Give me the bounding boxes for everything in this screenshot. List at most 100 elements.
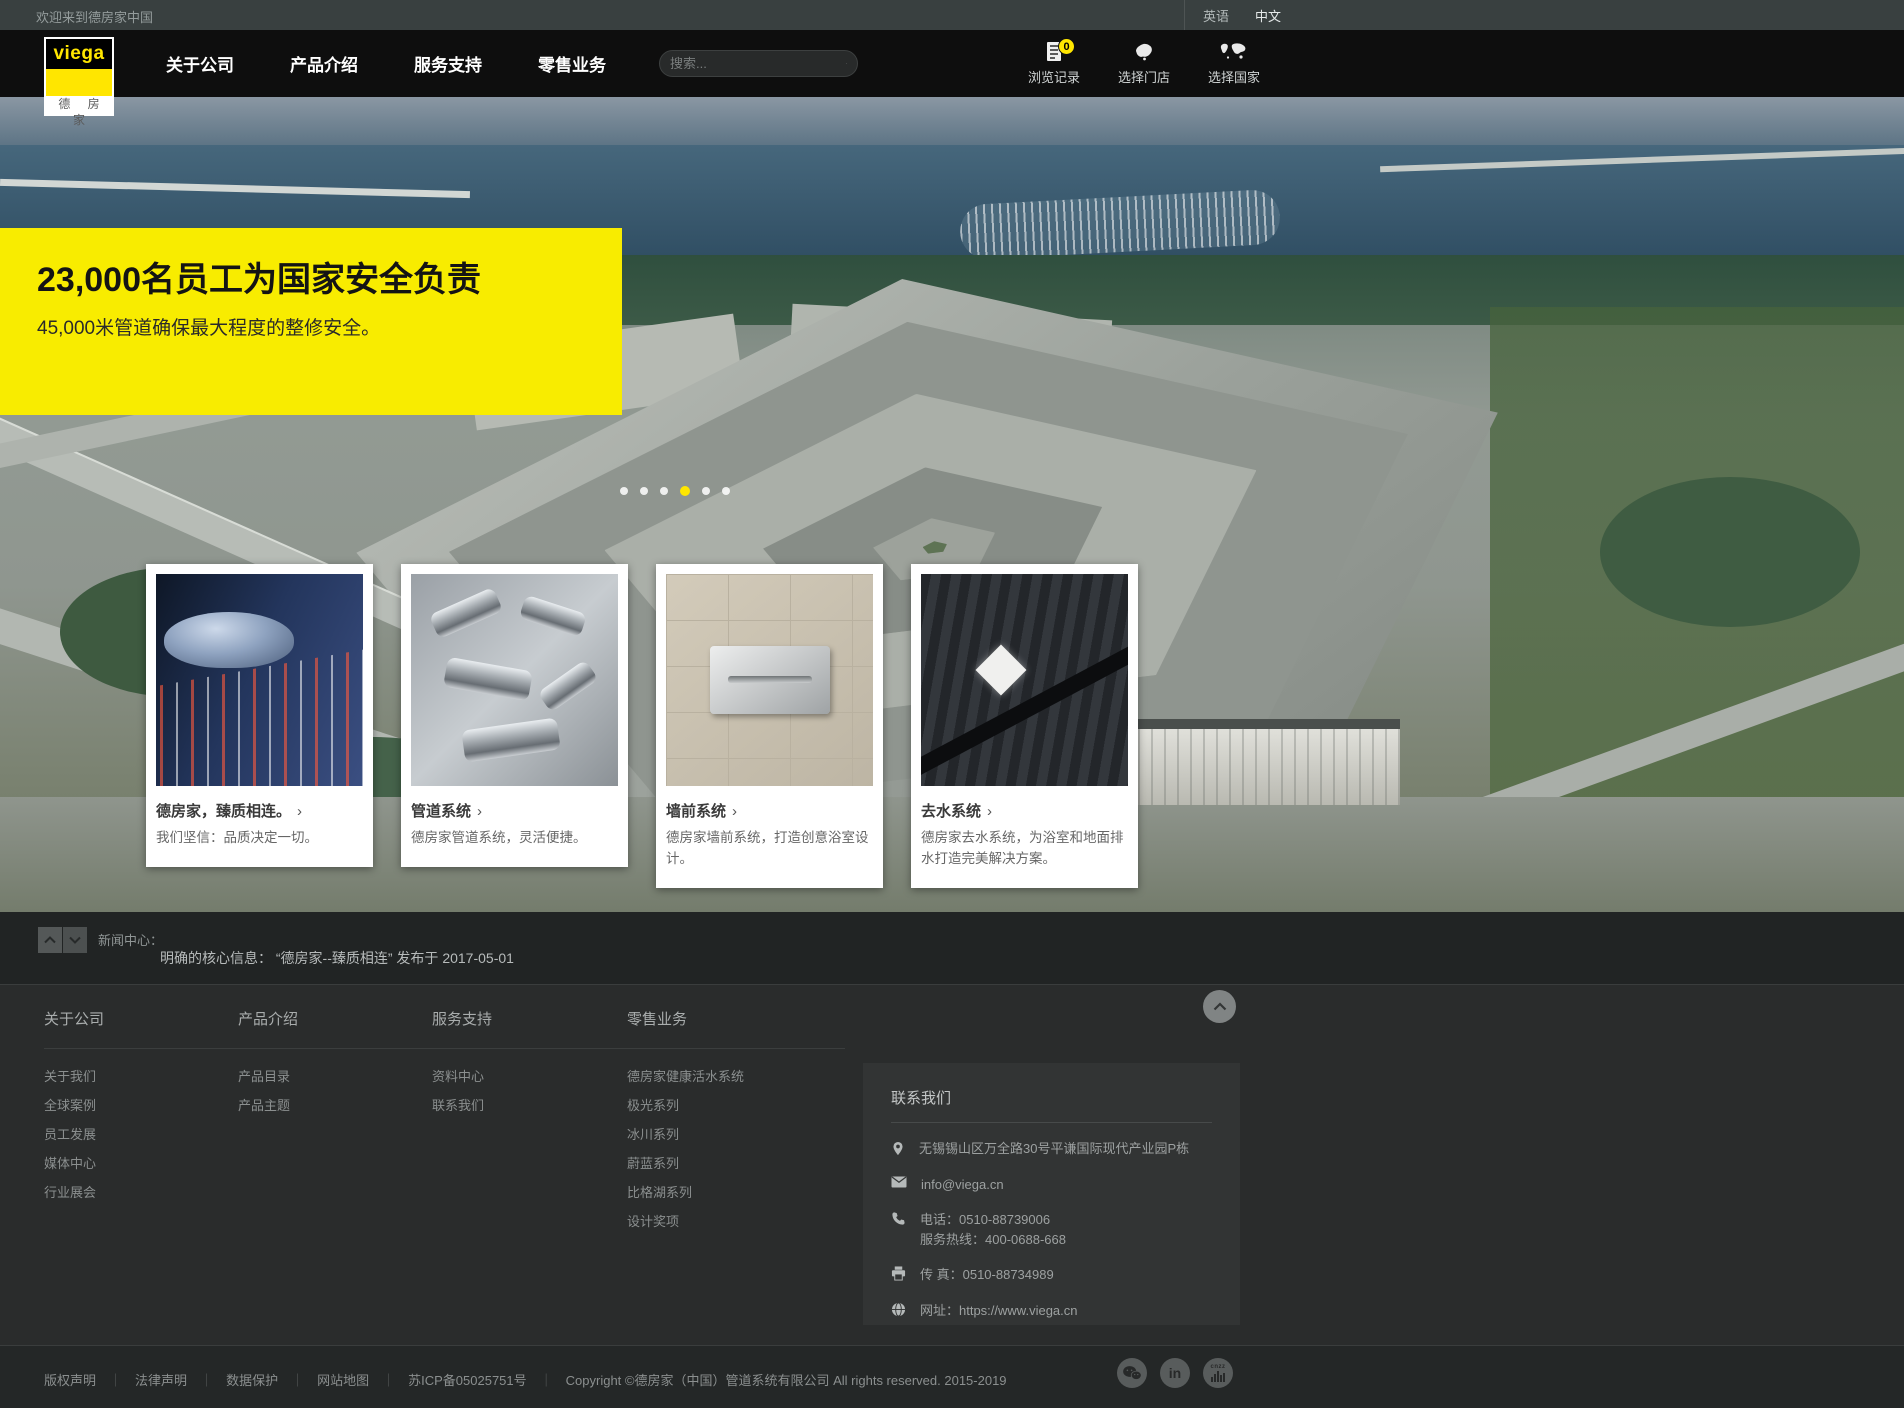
copyright-text: Copyright ©德房家（中国）管道系统有限公司 All rights re… [566, 1370, 1007, 1389]
footer-link[interactable]: 全球案例 [44, 1098, 96, 1113]
carousel-dot[interactable] [620, 487, 628, 495]
footer-link[interactable]: 产品主题 [238, 1098, 290, 1113]
logo-yellow-band [46, 69, 112, 96]
footer-link[interactable]: 设计奖项 [627, 1214, 679, 1229]
store-locator-tool[interactable]: 选择门店 [1115, 39, 1173, 86]
welcome-text: 欢迎来到德房家中国 [36, 7, 153, 26]
history-tool-label: 浏览记录 [1028, 67, 1080, 86]
card-image[interactable] [156, 574, 363, 786]
news-next-button[interactable] [63, 927, 87, 953]
carousel-dot[interactable] [640, 487, 648, 495]
contact-fax: 传 真：0510-88734989 [920, 1265, 1054, 1285]
card-prewall-systems[interactable]: 墙前系统 › 德房家墙前系统，打造创意浴室设计。 [656, 564, 883, 888]
chevron-up-icon [1213, 1002, 1227, 1011]
footer-link[interactable]: 媒体中心 [44, 1156, 96, 1171]
header-tools: 0 浏览记录 选择门店 [1025, 39, 1263, 86]
footer-link[interactable]: 联系我们 [432, 1098, 484, 1113]
carousel-dot[interactable] [722, 487, 730, 495]
footer-link[interactable]: 关于我们 [44, 1069, 96, 1084]
search-box [659, 50, 858, 77]
card-image-layer [710, 646, 830, 714]
chevron-right-icon: › [297, 803, 302, 820]
china-map-icon [1132, 39, 1156, 62]
search-input[interactable] [670, 56, 846, 71]
location-pin-icon [891, 1140, 905, 1157]
carousel-dot[interactable] [680, 486, 690, 496]
card-title[interactable]: 德房家，臻质相连。 [156, 800, 291, 821]
contact-email-row: info@viega.cn [891, 1175, 1212, 1195]
hero-title: 23,000名员工为国家安全负责 [37, 258, 537, 303]
footer-link[interactable]: 产品目录 [238, 1069, 290, 1084]
country-selector-tool[interactable]: 选择国家 [1205, 39, 1263, 86]
card-image[interactable] [666, 574, 873, 786]
card-title[interactable]: 墙前系统 [666, 800, 726, 821]
footer-link[interactable]: 蔚蓝系列 [627, 1156, 679, 1171]
history-tool[interactable]: 0 浏览记录 [1025, 39, 1083, 86]
footer-column-about: 关于公司 关于我们 全球案例 员工发展 媒体中心 行业展会 [44, 1008, 229, 1211]
footer-link[interactable]: 比格湖系列 [627, 1185, 692, 1200]
world-map-icon [1219, 39, 1249, 62]
footer-link[interactable]: 行业展会 [44, 1185, 96, 1200]
linkedin-icon[interactable]: in [1160, 1358, 1190, 1388]
nav-item-retail[interactable]: 零售业务 [538, 51, 606, 76]
footer-link[interactable]: 资料中心 [432, 1069, 484, 1084]
lang-chinese-link[interactable]: 中文 [1255, 6, 1281, 25]
legal-link-legal-notice[interactable]: 法律声明 [135, 1370, 187, 1389]
contact-phone: 电话：0510-88739006 [920, 1212, 1050, 1227]
card-image[interactable] [411, 574, 618, 786]
news-center-label: 新闻中心： [98, 930, 163, 949]
contact-fax-row: 传 真：0510-88734989 [891, 1265, 1212, 1285]
nav-item-support[interactable]: 服务支持 [414, 51, 482, 76]
card-title[interactable]: 去水系统 [921, 800, 981, 821]
search-icon[interactable] [846, 56, 847, 71]
lang-english-link[interactable]: 英语 [1203, 6, 1229, 25]
contact-address-row: 无锡锡山区万全路30号平谦国际现代产业园P栋 [891, 1139, 1212, 1159]
card-piping-systems[interactable]: 管道系统 › 德房家管道系统，灵活便捷。 [401, 564, 628, 867]
card-image-layer [921, 625, 1128, 780]
legal-links: 版权声明 ｜ 法律声明 ｜ 数据保护 ｜ 网站地图 ｜ 苏ICP备0502575… [44, 1370, 1007, 1389]
icp-license-link[interactable]: 苏ICP备05025751号 [408, 1370, 527, 1389]
news-prev-button[interactable] [38, 927, 62, 953]
back-to-top-button[interactable] [1203, 990, 1236, 1023]
news-headline-link[interactable]: 明确的核心信息： “德房家--臻质相连” 发布于 2017-05-01 [160, 948, 514, 968]
card-image[interactable] [921, 574, 1128, 786]
legal-link-data-protection[interactable]: 数据保护 [226, 1370, 278, 1389]
card-description: 德房家管道系统，灵活便捷。 [411, 828, 618, 849]
viega-logo[interactable]: viega 德 房 家 [44, 37, 114, 116]
nav-item-about[interactable]: 关于公司 [166, 51, 234, 76]
contact-website[interactable]: 网址：https://www.viega.cn [920, 1301, 1078, 1321]
history-doc-icon: 0 [1046, 39, 1062, 62]
card-title[interactable]: 管道系统 [411, 800, 471, 821]
legal-link-copyright-notice[interactable]: 版权声明 [44, 1370, 96, 1389]
card-drainage-systems[interactable]: 去水系统 › 德房家去水系统，为浴室和地面排水打造完美解决方案。 [911, 564, 1138, 888]
card-image-layer [164, 612, 294, 668]
contact-heading: 联系我们 [891, 1087, 1212, 1123]
legal-link-sitemap[interactable]: 网站地图 [317, 1370, 369, 1389]
footer-heading: 零售业务 [627, 1008, 812, 1029]
footer-link[interactable]: 员工发展 [44, 1127, 96, 1142]
chevron-right-icon: › [732, 803, 737, 820]
wechat-icon[interactable] [1117, 1358, 1147, 1388]
carousel-dot[interactable] [660, 487, 668, 495]
logo-chinese-text: 德 房 家 [46, 96, 112, 112]
social-links: in cnzz [1117, 1358, 1233, 1388]
footer: 关于公司 关于我们 全球案例 员工发展 媒体中心 行业展会 产品介绍 产品目录 … [0, 985, 1904, 1345]
contact-email[interactable]: info@viega.cn [921, 1175, 1004, 1195]
carousel-dots [620, 486, 730, 496]
card-brand[interactable]: 德房家，臻质相连。 › 我们坚信：品质决定一切。 [146, 564, 373, 867]
hero-subtitle: 45,000米管道确保最大程度的整修安全。 [37, 313, 582, 340]
logo-brand-text: viega [53, 43, 104, 65]
nav-item-products[interactable]: 产品介绍 [290, 51, 358, 76]
header: viega 德 房 家 关于公司 产品介绍 服务支持 零售业务 [0, 30, 1904, 97]
main-nav: 关于公司 产品介绍 服务支持 零售业务 [166, 30, 606, 97]
topbar: 欢迎来到德房家中国 英语 中文 [0, 0, 1904, 30]
footer-link[interactable]: 冰川系列 [627, 1127, 679, 1142]
carousel-dot[interactable] [702, 487, 710, 495]
hero-slide-banner: 23,000名员工为国家安全负责 45,000米管道确保最大程度的整修安全。 [0, 228, 622, 415]
contact-website-row: 网址：https://www.viega.cn [891, 1301, 1212, 1321]
footer-link[interactable]: 极光系列 [627, 1098, 679, 1113]
footer-link[interactable]: 德房家健康活水系统 [627, 1069, 744, 1084]
language-switch: 英语 中文 [1184, 0, 1281, 30]
cnzz-stats-icon[interactable]: cnzz [1203, 1358, 1233, 1388]
bottombar: 版权声明 ｜ 法律声明 ｜ 数据保护 ｜ 网站地图 ｜ 苏ICP备0502575… [0, 1345, 1904, 1408]
